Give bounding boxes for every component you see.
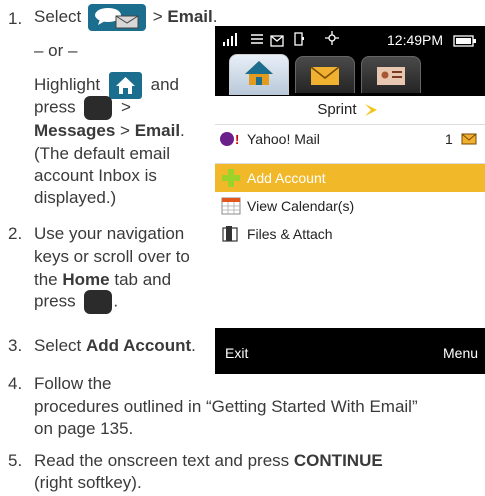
list-item-label: Add Account <box>247 170 326 186</box>
step-1-note-3: displayed.) <box>34 188 117 207</box>
step-number: 4. <box>8 374 23 393</box>
step-number: 5. <box>8 451 23 470</box>
messaging-glyph <box>94 8 139 29</box>
softkey-left[interactable]: Exit <box>225 343 248 364</box>
arrow-text: > <box>121 97 131 117</box>
step-2-line-1: Use your navigation <box>34 224 185 243</box>
divider <box>215 153 485 164</box>
arrow-text: > <box>152 6 163 26</box>
svg-text:!: ! <box>235 132 239 147</box>
press-text: press <box>34 291 76 311</box>
unread-count: 1 <box>445 131 453 147</box>
step-number: 1. <box>8 9 23 28</box>
step-5-line-1: Read the onscreen text and press CONTINU… <box>34 450 383 471</box>
home-glyph <box>115 77 135 94</box>
select-key-icon <box>84 290 113 314</box>
step-2-line-4: press . <box>34 290 118 314</box>
select-text: Select <box>34 336 82 355</box>
step-1-note-1: (The default email <box>34 144 171 163</box>
home-text: Home <box>62 270 110 289</box>
files-icon <box>222 226 238 242</box>
list-item-label: View Calendar(s) <box>247 198 355 214</box>
step-1-line-3: Highlight and <box>34 72 179 99</box>
step-4-line-2: procedures outlined in “Getting Started … <box>34 397 418 416</box>
home-icon <box>245 61 273 85</box>
step-1-line-4: press > <box>34 96 131 120</box>
select-key-icon <box>84 96 113 120</box>
period: . <box>180 121 185 140</box>
list-item-add-account[interactable]: Add Account <box>215 164 485 192</box>
add-icon <box>222 169 240 187</box>
email-text: Email <box>167 6 213 26</box>
calendar-icon <box>221 197 241 215</box>
tab-contacts[interactable] <box>361 56 421 93</box>
list-item-label: Yahoo! Mail <box>247 131 320 147</box>
clock: 12:49PM <box>387 32 444 48</box>
yahoo-icon: ! <box>220 132 239 147</box>
select-text: Select <box>34 6 82 26</box>
add-account-text: Add Account <box>85 336 192 355</box>
step-number: 2. <box>8 224 23 243</box>
arrow-text: > <box>120 121 130 140</box>
evdo-icon <box>249 31 265 52</box>
step-1-line-1: Select > Email. <box>34 4 217 31</box>
phone-status-icon <box>293 31 305 52</box>
tab-home[interactable] <box>229 54 289 95</box>
list-item-files-attach[interactable]: Files & Attach <box>215 220 485 248</box>
read-text: Read the onscreen text and press <box>34 451 290 470</box>
step-5-line-2: (right softkey). <box>34 473 142 492</box>
press-text: press <box>34 97 76 117</box>
home-screen: Sprint ! Yahoo! Mail 1 Add Account View … <box>215 96 485 328</box>
home-key-icon <box>108 72 142 99</box>
envelope-icon <box>310 66 340 85</box>
step-3-line-1: Select Add Account. <box>34 335 196 356</box>
list-item-label: Files & Attach <box>247 226 333 242</box>
phone-screenshot: 12:49PM Sprint ! Yahoo! Mail 1 Add Accou… <box>215 26 485 374</box>
messaging-key-icon <box>87 4 146 31</box>
carrier-banner: Sprint <box>215 96 485 125</box>
status-bar: 12:49PM <box>215 26 485 50</box>
period: . <box>191 336 196 355</box>
tab-and-text: tab and <box>114 270 172 289</box>
or-text: – or – <box>34 41 78 60</box>
step-2-line-2: keys or scroll over to <box>34 247 190 266</box>
step-1: 1. Select > Email. – or – Highlight and … <box>0 0 217 207</box>
carrier-name: Sprint <box>317 101 357 118</box>
step-2-line-3: the Home tab and <box>34 269 171 290</box>
tab-messaging[interactable] <box>295 56 355 93</box>
step-1-line-5: Messages > Email. <box>34 120 185 141</box>
the-text: the <box>34 270 58 289</box>
step-number: 3. <box>8 336 23 355</box>
softkey-bar: Exit Menu <box>215 328 485 374</box>
email-text: Email <box>134 121 181 140</box>
gps-icon <box>325 30 339 51</box>
messages-text: Messages <box>34 121 116 140</box>
signal-icon <box>223 31 241 52</box>
softkey-right[interactable]: Menu <box>443 343 478 364</box>
contacts-icon <box>377 67 405 85</box>
step-1-note-2: account Inbox is <box>34 166 157 185</box>
period: . <box>113 291 119 311</box>
highlight-text: Highlight <box>34 74 101 94</box>
step-4-line-3: on page 135. <box>34 419 134 438</box>
and-text: and <box>150 74 179 94</box>
envelope-icon <box>461 133 477 145</box>
instruction-page: 1. Select > Email. – or – Highlight and … <box>0 0 485 496</box>
list-item-yahoo-mail[interactable]: ! Yahoo! Mail 1 <box>215 125 485 153</box>
step-4-line-1: Follow the <box>34 374 112 393</box>
continue-text: CONTINUE <box>293 451 383 470</box>
period: . <box>212 6 218 26</box>
sprint-logo-icon <box>364 104 377 117</box>
list-item-view-calendar[interactable]: View Calendar(s) <box>215 192 485 220</box>
tab-bar <box>215 50 485 96</box>
